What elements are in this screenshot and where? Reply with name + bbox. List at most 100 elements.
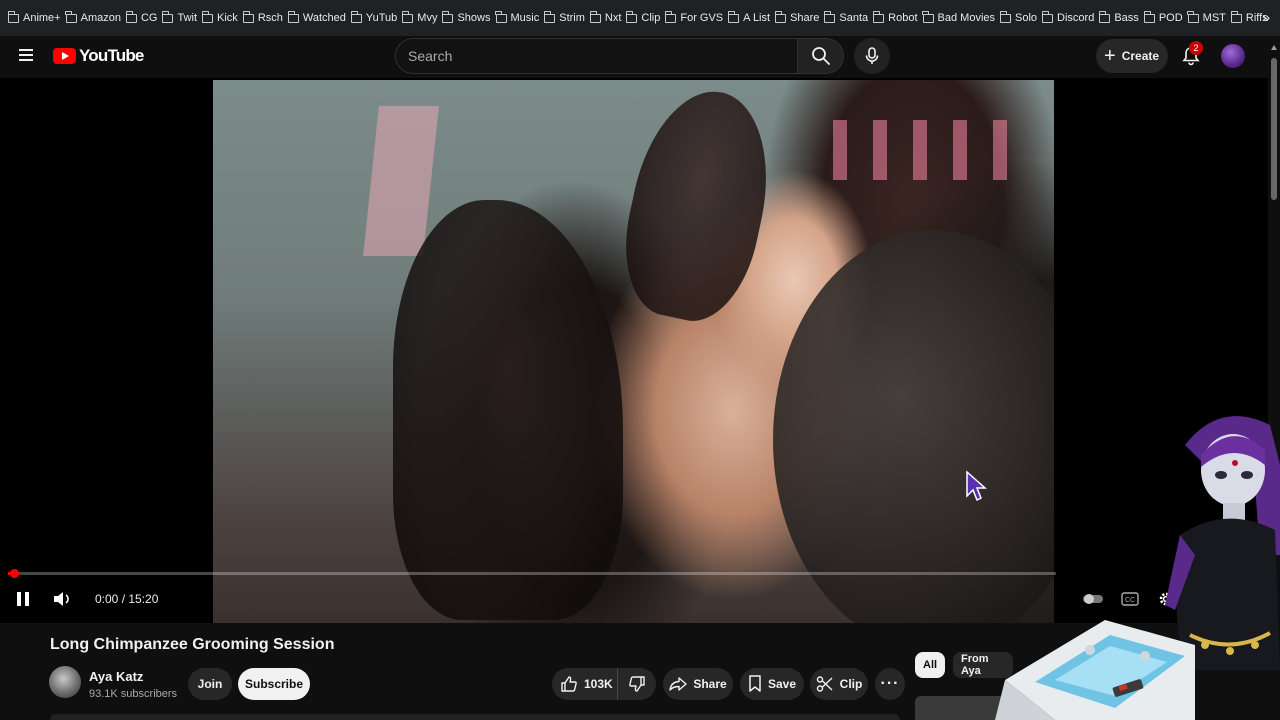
folder-icon	[162, 11, 174, 23]
create-label: Create	[1121, 49, 1160, 63]
bookmarks-bar: Anime+ Amazon CG Twit Kick Rsch Watched YuTub Mv…	[0, 0, 1280, 36]
bookmark-folder[interactable]: Clip	[626, 7, 665, 29]
channel-name[interactable]: Aya Katz	[89, 669, 143, 684]
video-frame[interactable]	[213, 80, 1054, 623]
pause-button[interactable]	[14, 590, 32, 608]
bookmark-folder[interactable]: Robot	[872, 7, 922, 29]
like-button[interactable]: 103K	[552, 668, 618, 700]
pause-icon	[17, 592, 29, 606]
thumbs-up-icon	[561, 676, 577, 692]
folder-icon	[7, 11, 19, 23]
scissors-icon	[816, 676, 833, 692]
bookmark-label: Strim	[559, 12, 585, 24]
share-label: Share	[693, 677, 727, 691]
search-button[interactable]	[798, 38, 844, 74]
bookmark-folder[interactable]: YuTub	[350, 7, 402, 29]
save-button[interactable]: Save	[740, 668, 804, 700]
folder-icon	[1099, 11, 1111, 23]
description-box-edge	[50, 714, 900, 720]
screen: Anime+ Amazon CG Twit Kick Rsch Watched YuTub Mv…	[0, 0, 1280, 720]
bookmark-folder[interactable]: Solo	[999, 7, 1042, 29]
logo-text: YouTube	[79, 46, 144, 65]
like-count: 103K	[584, 677, 613, 691]
create-button[interactable]: + Create	[1096, 39, 1168, 73]
recommended-video-thumbnail[interactable]	[915, 696, 1005, 720]
account-avatar[interactable]	[1221, 44, 1245, 68]
video-player[interactable]: 0:00 / 15:20 CC	[0, 78, 1268, 623]
notifications-button[interactable]: 2	[1178, 41, 1204, 69]
bookmark-label: Solo	[1015, 12, 1038, 24]
search-icon	[811, 47, 830, 65]
voice-search-button[interactable]	[854, 38, 890, 74]
bookmark-folder[interactable]: Shows	[442, 7, 495, 29]
folder-icon	[1187, 11, 1199, 23]
bookmark-label: Nxt	[604, 12, 622, 24]
bookmark-label: Watched	[302, 12, 346, 24]
folder-icon	[1041, 11, 1054, 23]
hamburger-icon[interactable]	[19, 49, 33, 61]
bookmark-folder[interactable]: Share	[774, 7, 824, 29]
progress-bar[interactable]	[8, 569, 1056, 578]
like-dislike-group: 103K	[552, 668, 656, 700]
folder-icon	[125, 11, 137, 23]
folder-icon	[626, 11, 638, 23]
bookmark-folder[interactable]: Amazon	[65, 7, 126, 29]
more-actions-button[interactable]: ···	[875, 668, 905, 700]
join-button[interactable]: Join	[188, 668, 232, 700]
progress-scrubber[interactable]	[10, 569, 20, 578]
clip-label: Clip	[839, 677, 863, 691]
bookmark-folder[interactable]: Watched	[287, 7, 351, 29]
subscribe-label: Subscribe	[244, 677, 304, 691]
more-horizontal-icon: ···	[880, 675, 900, 692]
folder-icon	[872, 11, 885, 23]
bookmark-folder[interactable]: Bad Movies	[922, 7, 1000, 29]
bookmark-folder[interactable]: Bass	[1099, 7, 1143, 29]
chimp-hand	[393, 200, 623, 620]
folder-icon	[1230, 11, 1242, 23]
bookmark-label: Rsch	[257, 12, 283, 24]
notification-badge: 2	[1189, 41, 1203, 55]
share-button[interactable]: Share	[663, 668, 733, 700]
search-input[interactable]	[408, 48, 797, 64]
folder-icon	[727, 11, 740, 23]
search-box[interactable]	[395, 38, 798, 74]
bookmark-folder[interactable]: Rsch	[242, 7, 288, 29]
bookmark-folder[interactable]: For GVS	[665, 7, 728, 29]
bookmark-folder[interactable]: Nxt	[589, 7, 627, 29]
bookmark-folder[interactable]: Santa	[824, 7, 873, 29]
bookmark-label: POD	[1158, 12, 1183, 24]
volume-button[interactable]	[51, 589, 73, 609]
bookmark-label: Kick	[217, 12, 238, 24]
youtube-logo[interactable]: YouTube	[53, 46, 144, 66]
microphone-icon	[865, 47, 879, 64]
clip-button[interactable]: Clip	[810, 668, 868, 700]
bookmark-folder[interactable]: MST	[1187, 7, 1231, 29]
wall-graffiti	[363, 106, 439, 256]
bookmark-folder[interactable]: A List	[727, 7, 775, 29]
bookmark-label: Mvy	[417, 12, 438, 24]
bookmark-folder[interactable]: Discord	[1041, 7, 1099, 29]
bookmark-icon	[749, 675, 761, 692]
dislike-button[interactable]	[618, 668, 656, 700]
bookmark-folder[interactable]: Strim	[543, 7, 590, 29]
bookmark-label: A List	[743, 12, 771, 24]
folder-icon	[401, 11, 414, 23]
chip-all[interactable]: All	[915, 652, 946, 678]
chimp-head	[773, 230, 1054, 623]
subscribe-button[interactable]: Subscribe	[238, 668, 310, 700]
channel-avatar[interactable]	[49, 666, 81, 698]
bookmark-folder[interactable]: Music	[495, 7, 545, 29]
hot-tub-overlay	[995, 620, 1195, 720]
bookmark-folder[interactable]: Mvy	[401, 7, 442, 29]
chimp-hand	[610, 80, 786, 332]
bookmark-folder[interactable]: Anime+	[7, 7, 66, 29]
scrollbar-thumb[interactable]	[1271, 58, 1277, 200]
folder-icon	[495, 11, 507, 23]
bookmark-folder[interactable]: Twit	[162, 7, 202, 29]
youtube-play-icon	[53, 48, 76, 64]
bookmark-folder[interactable]: POD	[1143, 7, 1188, 29]
bookmark-folder[interactable]: Kick	[201, 7, 243, 29]
bookmark-folder[interactable]: CG	[125, 7, 163, 29]
more-bookmarks-icon[interactable]: »	[1262, 9, 1270, 25]
scroll-up-arrow-icon[interactable]	[1271, 45, 1277, 50]
